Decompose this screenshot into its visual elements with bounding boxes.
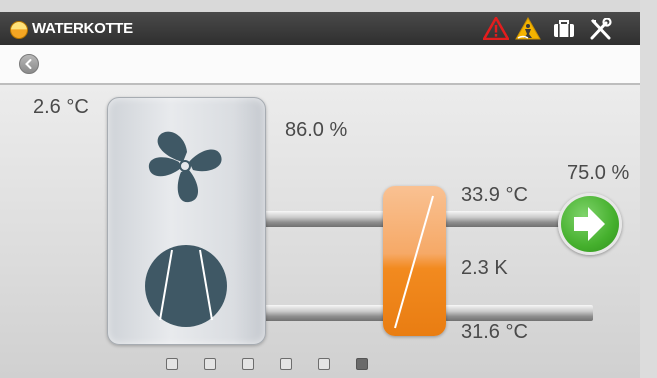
heat-exchanger[interactable] <box>383 186 446 336</box>
page-dot-2[interactable] <box>204 358 216 370</box>
outdoor-temperature: 2.6 °C <box>33 96 89 118</box>
output-percent: 75.0 % <box>567 162 630 184</box>
fan-speed-percent: 86.0 % <box>285 119 348 141</box>
compressor-icon <box>145 245 227 327</box>
page-dot-5[interactable] <box>318 358 330 370</box>
alarm-triangle-icon[interactable] <box>483 17 509 40</box>
fan-icon <box>148 131 222 203</box>
arrow-right-icon <box>574 207 605 241</box>
supply-pipe-right <box>445 211 563 227</box>
supply-temperature: 33.9 °C <box>461 184 528 206</box>
warning-wet-floor-icon[interactable] <box>515 17 541 40</box>
tools-icon[interactable] <box>589 18 613 40</box>
output-arrow-button[interactable] <box>558 193 622 255</box>
title-bar: WATERKOTTE <box>0 12 640 45</box>
page-dot-3[interactable] <box>242 358 254 370</box>
page-indicator <box>166 358 368 370</box>
briefcase-icon[interactable] <box>553 20 575 38</box>
return-pipe-right <box>445 305 593 321</box>
screen: WATERKOTTE 2.6 °C 86.0 % 75.0 % 33.9 °C … <box>0 0 657 378</box>
back-arrow-icon[interactable] <box>19 54 39 74</box>
brand-name: WATERKOTTE <box>32 20 133 37</box>
return-temperature: 31.6 °C <box>461 321 528 343</box>
page-dot-1[interactable] <box>166 358 178 370</box>
edge-strip <box>640 0 657 378</box>
temperature-delta: 2.3 K <box>461 257 508 279</box>
heat-exchanger-divider <box>394 195 434 329</box>
brand-logo-icon <box>10 21 28 39</box>
supply-pipe-left <box>263 211 385 227</box>
chevron-left-icon <box>25 59 32 69</box>
page-dot-6[interactable] <box>356 358 368 370</box>
page-dot-4[interactable] <box>280 358 292 370</box>
toolbar <box>0 45 640 85</box>
return-pipe-left <box>263 305 385 321</box>
